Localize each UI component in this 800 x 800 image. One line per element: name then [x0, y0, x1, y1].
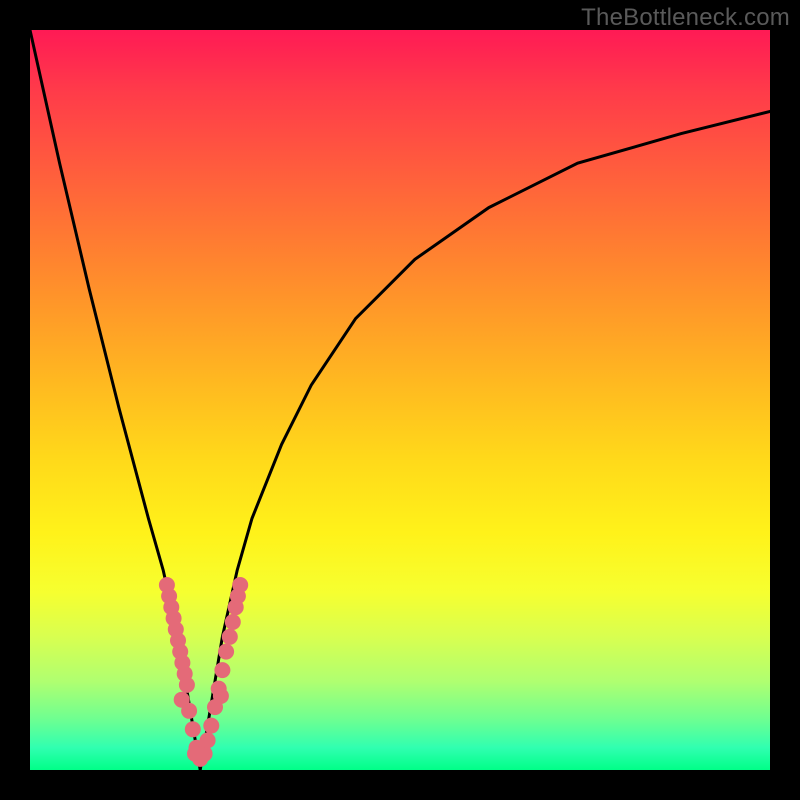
highlight-dot: [181, 703, 197, 719]
bottleneck-curve: [30, 30, 770, 770]
plot-area: [30, 30, 770, 770]
highlight-dot: [222, 629, 238, 645]
highlight-dot: [203, 718, 219, 734]
highlight-dot: [225, 614, 241, 630]
highlight-dot: [197, 746, 213, 762]
watermark-text: TheBottleneck.com: [581, 4, 790, 32]
chart-frame: TheBottleneck.com: [0, 0, 800, 800]
highlight-dot: [179, 677, 195, 693]
highlight-dots: [159, 577, 248, 767]
chart-svg: [30, 30, 770, 770]
highlight-dot: [213, 688, 229, 704]
highlight-dot: [200, 732, 216, 748]
highlight-dot: [185, 721, 201, 737]
highlight-dot: [214, 662, 230, 678]
highlight-dot: [218, 644, 234, 660]
highlight-dot: [232, 577, 248, 593]
